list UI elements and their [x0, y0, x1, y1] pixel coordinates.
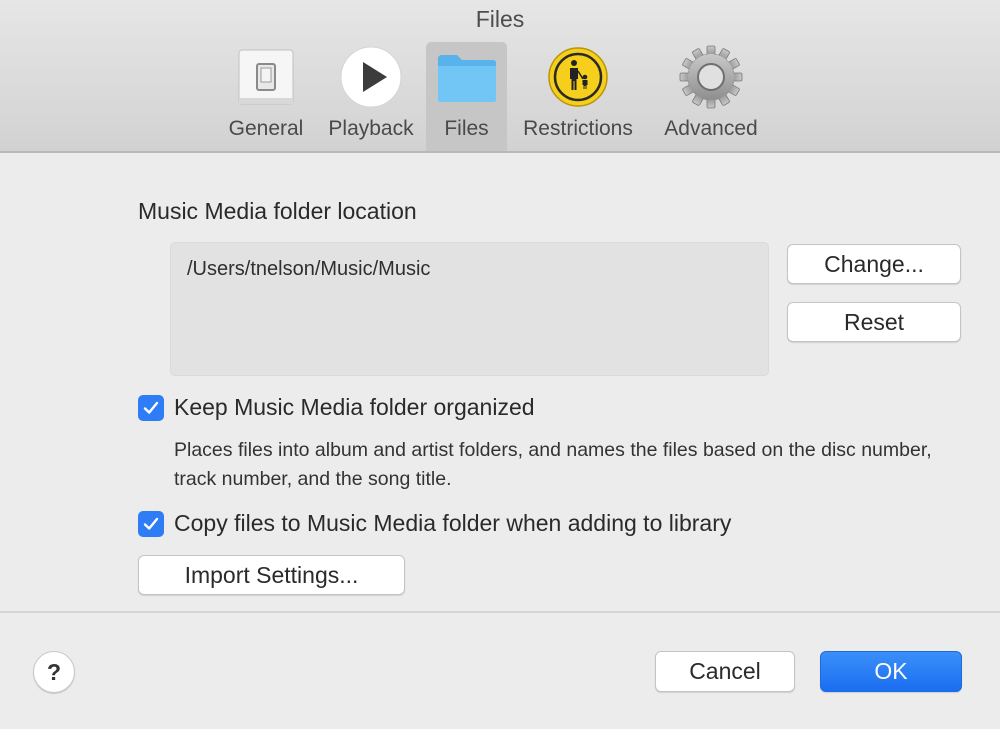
- toolbar: Files General Playback Files Restriction…: [0, 0, 1000, 153]
- import-settings-button[interactable]: Import Settings...: [138, 555, 405, 595]
- tab-label: Playback: [328, 117, 414, 140]
- ok-button[interactable]: OK: [820, 651, 962, 692]
- keep-organized-checkbox[interactable]: [138, 394, 164, 421]
- parental-controls-icon: [547, 42, 609, 112]
- tab-general[interactable]: General: [220, 42, 312, 151]
- help-button[interactable]: ?: [33, 651, 75, 693]
- window-title: Files: [475, 6, 525, 32]
- tab-label: Advanced: [664, 117, 758, 140]
- gear-icon: [678, 42, 744, 112]
- media-folder-path: /Users/tnelson/Music/Music: [187, 258, 431, 280]
- copy-files-checkbox[interactable]: [138, 510, 164, 537]
- switch-icon: [237, 42, 295, 112]
- tab-restrictions[interactable]: Restrictions: [512, 42, 644, 151]
- help-icon: ?: [46, 658, 62, 685]
- tab-playback[interactable]: Playback: [320, 42, 422, 151]
- keep-organized-option[interactable]: Keep Music Media folder organized: [138, 394, 535, 421]
- keep-organized-description: Places files into album and artist folde…: [174, 439, 932, 490]
- change-button[interactable]: Change...: [787, 244, 961, 284]
- folder-icon: [435, 42, 499, 112]
- tab-label: General: [228, 117, 304, 140]
- cancel-button[interactable]: Cancel: [655, 651, 795, 692]
- reset-button[interactable]: Reset: [787, 302, 961, 342]
- media-folder-path-field: /Users/tnelson/Music/Music: [170, 242, 769, 376]
- copy-files-label: Copy files to Music Media folder when ad…: [174, 510, 732, 536]
- preferences-window: Files General Playback Files Restriction…: [0, 0, 1000, 729]
- tab-advanced[interactable]: Advanced: [652, 42, 770, 151]
- checkmark-icon: [143, 401, 159, 414]
- keep-organized-label: Keep Music Media folder organized: [174, 394, 535, 420]
- checkmark-icon: [143, 517, 159, 530]
- tab-files[interactable]: Files: [426, 42, 507, 151]
- play-icon: [339, 42, 403, 112]
- tab-label: Files: [444, 117, 489, 140]
- tab-label: Restrictions: [523, 117, 633, 140]
- media-folder-label: Music Media folder location: [138, 198, 417, 224]
- footer-divider: [0, 611, 1000, 613]
- copy-files-option[interactable]: Copy files to Music Media folder when ad…: [138, 510, 731, 537]
